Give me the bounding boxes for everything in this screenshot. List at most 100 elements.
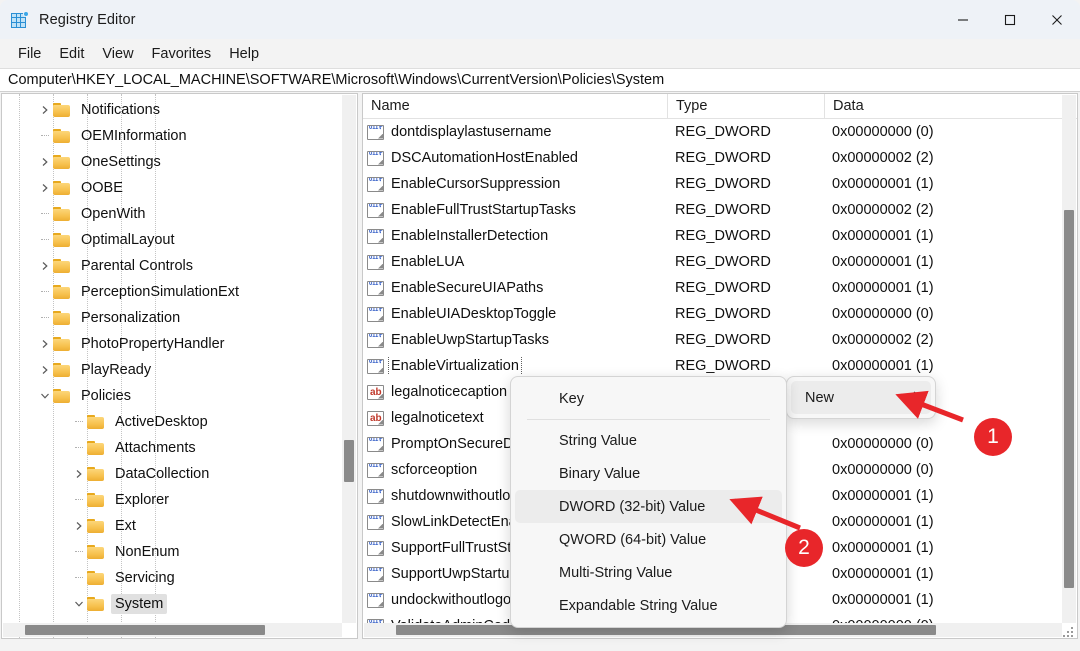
- tree-item-perceptionsimulationext[interactable]: PerceptionSimulationExt: [2, 279, 357, 305]
- tree-item-playready[interactable]: PlayReady: [2, 357, 357, 383]
- tree-item-optimallayout[interactable]: OptimalLayout: [2, 227, 357, 253]
- context-menu-item-new[interactable]: New: [791, 381, 931, 414]
- tree-horizontal-scrollbar[interactable]: [3, 623, 342, 637]
- tree-item-datacollection[interactable]: DataCollection: [2, 461, 357, 487]
- menu-file[interactable]: File: [9, 43, 50, 65]
- chevron-right-icon: [912, 390, 921, 406]
- menu-edit[interactable]: Edit: [50, 43, 93, 65]
- column-header-data[interactable]: Data: [824, 94, 1077, 119]
- tree-item-label: System: [111, 594, 168, 614]
- dword-value-icon: [367, 150, 384, 166]
- tree-item-system[interactable]: System: [2, 591, 357, 617]
- chevron-right-icon[interactable]: [36, 175, 53, 201]
- chevron-right-icon[interactable]: [36, 149, 53, 175]
- dword-value-icon: [367, 176, 384, 192]
- tree-item-oeminformation[interactable]: OEMInformation: [2, 123, 357, 149]
- resize-grip-icon[interactable]: [1063, 624, 1075, 637]
- tree-item-notifications[interactable]: Notifications: [2, 97, 357, 123]
- close-icon[interactable]: [1033, 0, 1080, 39]
- value-name-cell: EnableLUA: [363, 253, 667, 271]
- chevron-down-icon[interactable]: [36, 383, 53, 409]
- submenu-item-qword-64bit-value[interactable]: QWORD (64-bit) Value: [515, 523, 782, 556]
- dword-value-icon: [367, 488, 384, 504]
- dword-value-icon: [367, 332, 384, 348]
- table-row[interactable]: EnableFullTrustStartupTasks REG_DWORD 0x00…: [363, 197, 1077, 223]
- submenu-item-dword-32bit-value[interactable]: DWORD (32-bit) Value: [515, 490, 782, 523]
- column-header-type[interactable]: Type: [667, 94, 824, 119]
- tree-item-openwith[interactable]: OpenWith: [2, 201, 357, 227]
- tree-item-nonenum[interactable]: NonEnum: [2, 539, 357, 565]
- maximize-icon[interactable]: [986, 0, 1033, 39]
- submenu-item-multi-string-value[interactable]: Multi-String Value: [515, 556, 782, 589]
- tree-item-policies[interactable]: Policies: [2, 383, 357, 409]
- string-value-icon: [367, 410, 384, 426]
- menu-help[interactable]: Help: [220, 43, 268, 65]
- submenu-item-key[interactable]: Key: [515, 382, 782, 415]
- tree-item-personalization[interactable]: Personalization: [2, 305, 357, 331]
- table-row[interactable]: EnableUIADesktopToggle REG_DWORD 0x0000000…: [363, 301, 1077, 327]
- list-vscroll-thumb[interactable]: [1064, 210, 1074, 588]
- value-name-label: DSCAutomationHostEnabled: [391, 150, 578, 166]
- dword-value-icon: [367, 228, 384, 244]
- value-type-cell: REG_DWORD: [675, 332, 771, 348]
- value-name-label: EnableUwpStartupTasks: [391, 332, 549, 348]
- tree-item-parental-controls[interactable]: Parental Controls: [2, 253, 357, 279]
- tree-leaf-marker: [36, 305, 53, 331]
- minimize-icon[interactable]: [939, 0, 986, 39]
- submenu-item-binary-value[interactable]: Binary Value: [515, 457, 782, 490]
- value-data-cell: 0x00000001 (1): [832, 254, 934, 270]
- tree-item-label: ActiveDesktop: [115, 414, 208, 430]
- table-row[interactable]: DSCAutomationHostEnabled REG_DWORD 0x00000…: [363, 145, 1077, 171]
- chevron-right-icon[interactable]: [36, 357, 53, 383]
- table-row[interactable]: EnableInstallerDetection REG_DWORD 0x00000…: [363, 223, 1077, 249]
- list-vertical-scrollbar[interactable]: [1062, 95, 1076, 623]
- submenu-item-string-value[interactable]: String Value: [515, 424, 782, 457]
- value-data-cell: 0x00000000 (0): [832, 124, 934, 140]
- value-data-cell: 0x00000001 (1): [832, 566, 934, 582]
- value-name-label: legalnoticetext: [391, 410, 484, 426]
- value-name-label: legalnoticecaption: [391, 384, 508, 400]
- table-row[interactable]: EnableUwpStartupTasks REG_DWORD 0x00000002…: [363, 327, 1077, 353]
- folder-icon: [87, 597, 105, 611]
- folder-icon: [53, 389, 71, 403]
- tree-item-photopropertyhandler[interactable]: PhotoPropertyHandler: [2, 331, 357, 357]
- tree-leaf-marker: [70, 409, 87, 435]
- table-row[interactable]: dontdisplaylastusername REG_DWORD 0x000000…: [363, 119, 1077, 145]
- table-row[interactable]: EnableLUA REG_DWORD 0x00000001 (1): [363, 249, 1077, 275]
- submenu-separator: [527, 419, 770, 420]
- menu-favorites[interactable]: Favorites: [143, 43, 221, 65]
- tree-item-ext[interactable]: Ext: [2, 513, 357, 539]
- tree-item-label: NonEnum: [115, 544, 180, 560]
- table-row[interactable]: EnableSecureUIAPaths REG_DWORD 0x00000001 …: [363, 275, 1077, 301]
- tree-item-activedesktop[interactable]: ActiveDesktop: [2, 409, 357, 435]
- menu-view[interactable]: View: [93, 43, 142, 65]
- tree-item-servicing[interactable]: Servicing: [2, 565, 357, 591]
- folder-icon: [53, 285, 71, 299]
- dword-value-icon: [367, 306, 384, 322]
- chevron-right-icon[interactable]: [70, 513, 87, 539]
- chevron-right-icon[interactable]: [36, 97, 53, 123]
- chevron-right-icon[interactable]: [36, 253, 53, 279]
- chevron-right-icon[interactable]: [70, 461, 87, 487]
- value-data-cell: 0x00000001 (1): [832, 176, 934, 192]
- column-header-name[interactable]: Name: [363, 94, 667, 119]
- tree-item-label: Policies: [81, 388, 131, 404]
- tree-item-attachments[interactable]: Attachments: [2, 435, 357, 461]
- chevron-right-icon[interactable]: [36, 331, 53, 357]
- value-data-cell: 0x00000001 (1): [832, 540, 934, 556]
- tree-vertical-scrollbar[interactable]: [342, 95, 356, 623]
- tree-leaf-marker: [36, 227, 53, 253]
- value-data-cell: 0x00000000 (0): [832, 306, 934, 322]
- address-bar[interactable]: Computer\HKEY_LOCAL_MACHINE\SOFTWARE\Mic…: [0, 68, 1080, 92]
- tree-vscroll-thumb[interactable]: [344, 440, 354, 482]
- value-name-cell: DSCAutomationHostEnabled: [363, 149, 667, 167]
- tree-item-onesettings[interactable]: OneSettings: [2, 149, 357, 175]
- chevron-down-icon[interactable]: [70, 591, 87, 617]
- table-row[interactable]: EnableCursorSuppression REG_DWORD 0x000000…: [363, 171, 1077, 197]
- tree-item-oobe[interactable]: OOBE: [2, 175, 357, 201]
- tree-item-explorer[interactable]: Explorer: [2, 487, 357, 513]
- tree-hscroll-thumb[interactable]: [25, 625, 265, 635]
- submenu-item-expandable-string-value[interactable]: Expandable String Value: [515, 589, 782, 622]
- folder-icon: [87, 545, 105, 559]
- value-data-cell: 0x00000002 (2): [832, 202, 934, 218]
